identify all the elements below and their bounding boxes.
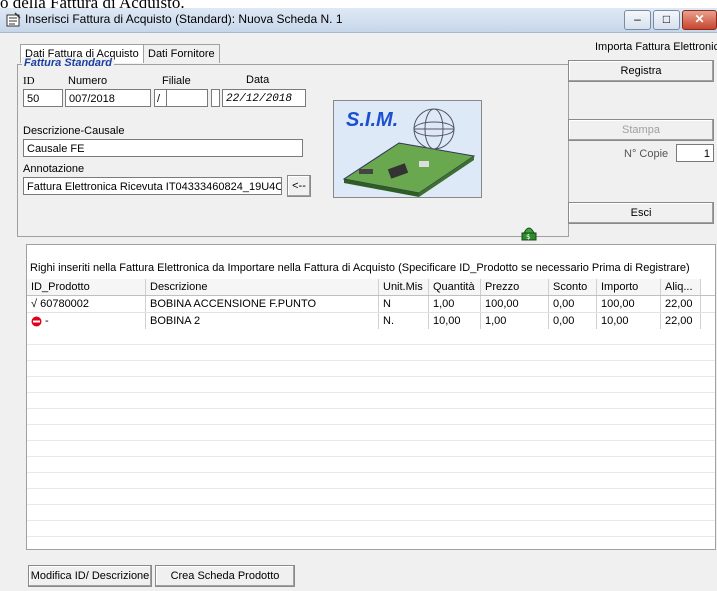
column-header[interactable]: Quantità xyxy=(429,279,481,295)
importo-cell: 10,00 xyxy=(597,313,661,329)
numero-label: Numero xyxy=(68,75,108,87)
annotazione-label: Annotazione xyxy=(23,163,85,175)
prezzo-cell: 1,00 xyxy=(481,313,549,329)
id-label: ID xyxy=(23,75,35,87)
column-header[interactable]: ID_Prodotto xyxy=(27,279,146,295)
id-prodotto-cell: - xyxy=(27,313,146,329)
stampa-button[interactable]: Stampa xyxy=(568,119,714,141)
data-label: Data xyxy=(246,74,270,86)
id-field[interactable]: 50 xyxy=(23,89,63,107)
table-row[interactable]: - BOBINA 2 N. 10,00 1,00 0,00 10,00 22,0… xyxy=(27,313,715,330)
filiale-separator: / xyxy=(154,89,166,107)
column-header[interactable]: Descrizione xyxy=(146,279,379,295)
unit-cell: N xyxy=(379,296,429,312)
esci-button[interactable]: Esci xyxy=(568,202,714,224)
sconto-cell: 0,00 xyxy=(549,313,597,329)
descrizione-field[interactable]: Causale FE xyxy=(23,139,303,157)
column-header[interactable]: Prezzo xyxy=(481,279,549,295)
column-header[interactable]: Sconto xyxy=(549,279,597,295)
copie-label: N° Copie xyxy=(624,148,669,160)
svg-text:$: $ xyxy=(526,233,530,241)
aliquota-cell: 22,00 xyxy=(661,296,701,312)
grid-empty-rows xyxy=(27,329,715,547)
group-title: Fattura Standard xyxy=(22,57,115,69)
aliquota-cell: 22,00 xyxy=(661,313,701,329)
unit-cell: N. xyxy=(379,313,429,329)
crea-scheda-button[interactable]: Crea Scheda Prodotto xyxy=(155,565,295,587)
sconto-cell: 0,00 xyxy=(549,296,597,312)
quantita-cell: 10,00 xyxy=(429,313,481,329)
maximize-button[interactable]: □ xyxy=(653,10,680,30)
sim-logo: S.I.M. xyxy=(333,100,482,198)
filiale-spin[interactable] xyxy=(211,89,220,107)
grid-caption: Righi inseriti nella Fattura Elettronica… xyxy=(30,262,690,274)
importo-cell: 100,00 xyxy=(597,296,661,312)
close-button[interactable]: ✕ xyxy=(682,10,717,30)
window-title: Inserisci Fattura di Acquisto (Standard)… xyxy=(25,12,343,26)
import-label: Importa Fattura Elettronica xyxy=(595,41,717,53)
descrizione-cell: BOBINA ACCENSIONE F.PUNTO xyxy=(146,296,379,312)
money-bag-icon[interactable]: $ xyxy=(521,223,537,241)
prezzo-cell: 100,00 xyxy=(481,296,549,312)
filiale-field[interactable] xyxy=(166,89,208,107)
grid-table: ID_Prodotto Descrizione Unit.Mis Quantit… xyxy=(27,279,715,330)
id-prodotto-value: - xyxy=(45,315,49,327)
descrizione-label: Descrizione-Causale xyxy=(23,125,125,137)
annotazione-button[interactable]: <-- xyxy=(287,175,311,197)
items-grid[interactable]: Righi inseriti nella Fattura Elettronica… xyxy=(26,244,716,550)
quantita-cell: 1,00 xyxy=(429,296,481,312)
grid-header: ID_Prodotto Descrizione Unit.Mis Quantit… xyxy=(27,279,715,296)
form-icon xyxy=(6,12,21,27)
data-field[interactable]: 22/12/2018 xyxy=(222,89,306,107)
error-icon xyxy=(31,316,42,326)
column-header[interactable]: Importo xyxy=(597,279,661,295)
title-bar: Inserisci Fattura di Acquisto (Standard)… xyxy=(0,8,717,33)
column-header[interactable]: Unit.Mis xyxy=(379,279,429,295)
column-header[interactable]: Aliq... xyxy=(661,279,701,295)
table-row[interactable]: √ 60780002 BOBINA ACCENSIONE F.PUNTO N 1… xyxy=(27,296,715,313)
descrizione-cell: BOBINA 2 xyxy=(146,313,379,329)
filiale-label: Filiale xyxy=(162,75,191,87)
numero-field[interactable]: 007/2018 xyxy=(65,89,151,107)
tab-dati-fornitore[interactable]: Dati Fornitore xyxy=(143,44,220,63)
annotazione-field[interactable]: Fattura Elettronica Ricevuta IT043334608… xyxy=(23,177,282,195)
copie-field[interactable]: 1 xyxy=(676,144,714,162)
registra-button[interactable]: Registra xyxy=(568,60,714,82)
minimize-button[interactable]: – xyxy=(624,10,651,30)
id-prodotto-cell: √ 60780002 xyxy=(27,296,146,312)
logo-text: S.I.M. xyxy=(346,109,399,131)
modifica-id-button[interactable]: Modifica ID/ Descrizione xyxy=(28,565,152,587)
